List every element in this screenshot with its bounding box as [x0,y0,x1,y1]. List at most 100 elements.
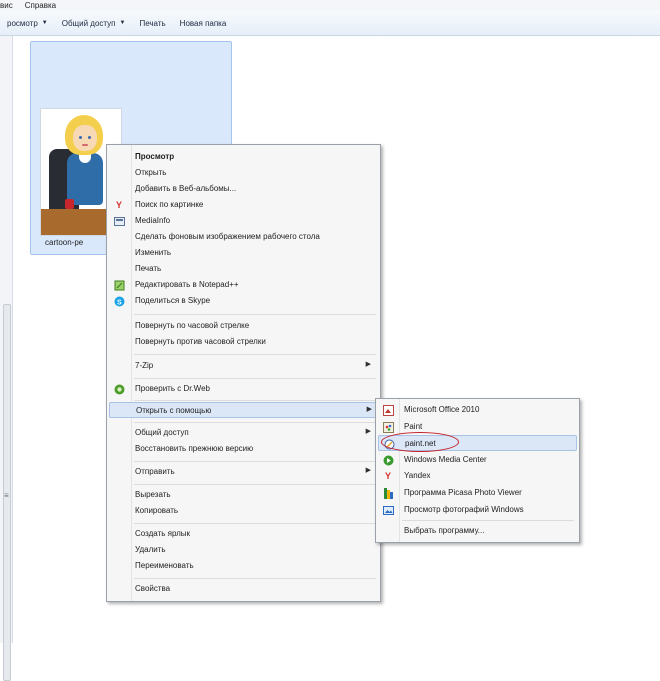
menu-item-label: Изменить [135,248,172,257]
menu-item-label: Открыть [135,168,167,177]
view-button[interactable]: росмотр ▼ [0,11,55,35]
submenu-item-media-center[interactable]: Windows Media Center [378,452,577,468]
menu-item-label: 7-Zip [135,361,154,370]
menu-item-label: Поиск по картинке [135,200,204,209]
drweb-icon [113,383,125,395]
menu-item-open[interactable]: Открыть [109,165,378,181]
svg-text:S: S [117,299,122,306]
menu-item-rotate-cw[interactable]: Повернуть по часовой стрелке [109,318,378,334]
menu-item-notepadpp[interactable]: Редактировать в Notepad++ [109,277,378,293]
menu-item-send-to[interactable]: Отправить ▶ [109,464,378,480]
splitter-grip-icon[interactable]: ≡ [4,491,9,500]
menu-item-label: Выбрать программу... [404,526,485,535]
print-button[interactable]: Печать [132,11,172,35]
submenu-arrow-icon: ▶ [366,406,372,413]
view-button-label: росмотр [7,18,38,28]
menu-item-print[interactable]: Печать [109,261,378,277]
yandex-icon: Y [115,200,122,210]
menu-item-label: Просмотр [135,152,175,161]
menu-item-label: Свойства [135,584,171,593]
skype-icon: S [113,295,125,307]
submenu-item-paint-net[interactable]: paint.net [378,432,577,452]
menu-item-share[interactable]: Общий доступ ▶ [109,425,378,441]
file-name: cartoon-pe [45,238,84,247]
menu-item-label: Добавить в Веб-альбомы... [135,184,237,193]
context-menu: Просмотр Открыть Добавить в Веб-альбомы.… [106,144,381,602]
share-button-label: Общий доступ [61,18,116,28]
menu-item-skype[interactable]: S Поделиться в Skype [109,293,378,309]
cup-shape [65,199,74,209]
menu-item-7zip[interactable]: 7-Zip ▶ [109,358,378,374]
paint-icon [382,421,394,433]
eye-shape [88,136,91,139]
menu-item-label: Отправить [135,467,175,476]
menu-separator [134,354,376,355]
menu-separator [134,400,376,401]
menu-item-restore-previous[interactable]: Восстановить прежнюю версию [109,441,378,457]
menu-item-label: Microsoft Office 2010 [404,405,480,414]
menu-separator [402,520,574,521]
menu-separator [134,484,376,485]
menu-item-mediainfo[interactable]: MediaInfo [109,213,378,229]
menu-separator [134,523,376,524]
menu-separator [134,422,376,423]
menu-item-services[interactable]: вис [0,1,13,10]
menu-item-properties[interactable]: Свойства [109,581,378,597]
menu-item-label: Восстановить прежнюю версию [135,444,254,453]
face-shape [73,125,97,151]
menu-separator [134,378,376,379]
menu-item-label: Повернуть по часовой стрелке [135,321,250,330]
eye-shape [79,136,82,139]
submenu-item-ms-office[interactable]: Microsoft Office 2010 [378,402,577,418]
navigation-pane: ≡ [0,36,13,681]
mouth-shape [82,144,88,146]
menu-item-label: Просмотр фотографий Windows [404,505,524,514]
menu-item-label: Paint [404,422,423,431]
share-button[interactable]: Общий доступ ▼ [55,11,133,35]
chevron-down-icon: ▼ [41,20,48,26]
menu-item-label: Редактировать в Notepad++ [135,280,239,289]
menu-item-rename[interactable]: Переименовать [109,558,378,574]
menu-item-label: Повернуть против часовой стрелки [135,337,266,346]
submenu-item-picasa[interactable]: Программа Picasa Photo Viewer [378,485,577,501]
menu-item-add-web-albums[interactable]: Добавить в Веб-альбомы... [109,181,378,197]
new-folder-button-label: Новая папка [179,18,227,28]
menu-item-label: Общий доступ [135,428,189,437]
menu-item-label: Вырезать [135,490,171,499]
menu-item-drweb[interactable]: Проверить с Dr.Web [109,381,378,397]
menu-item-create-shortcut[interactable]: Создать ярлык [109,526,378,542]
menu-item-open-with[interactable]: Открыть с помощью ▶ [109,402,380,418]
submenu-arrow-icon: ▶ [365,428,371,435]
submenu-item-windows-photo-viewer[interactable]: Просмотр фотографий Windows [378,502,577,518]
menu-item-label: Создать ярлык [135,529,191,538]
menu-item-preview[interactable]: Просмотр [109,149,378,165]
menu-item-label: Копировать [135,506,179,515]
menu-item-label: Сделать фоновым изображением рабочего ст… [135,232,320,241]
menu-item-set-wallpaper[interactable]: Сделать фоновым изображением рабочего ст… [109,229,378,245]
menu-item-edit[interactable]: Изменить [109,245,378,261]
submenu-arrow-icon: ▶ [365,467,371,474]
menu-item-label: Переименовать [135,561,194,570]
chevron-down-icon: ▼ [119,20,126,26]
menu-item-delete[interactable]: Удалить [109,542,378,558]
menu-item-rotate-ccw[interactable]: Повернуть против часовой стрелки [109,334,378,350]
submenu-item-yandex[interactable]: Y Yandex [378,468,577,484]
menu-item-cut[interactable]: Вырезать [109,487,378,503]
menu-item-label: Windows Media Center [404,455,487,464]
command-bar: росмотр ▼ Общий доступ ▼ Печать Новая па… [0,11,660,36]
annotation-circle [381,432,459,452]
picasa-icon [382,487,394,499]
menu-item-label: Программа Picasa Photo Viewer [404,488,522,497]
new-folder-button[interactable]: Новая папка [173,11,234,35]
menu-separator [134,461,376,462]
menu-item-help[interactable]: Справка [25,1,56,10]
menu-item-copy[interactable]: Копировать [109,503,378,519]
notepadpp-icon [113,279,125,291]
print-button-label: Печать [139,18,166,28]
submenu-item-choose-program[interactable]: Выбрать программу... [378,523,577,539]
menu-separator [134,314,376,315]
menu-item-image-search[interactable]: Y Поиск по картинке [109,197,378,213]
yandex-icon: Y [384,471,391,481]
menu-item-label: Yandex [404,471,431,480]
menu-item-label: Проверить с Dr.Web [135,384,210,393]
